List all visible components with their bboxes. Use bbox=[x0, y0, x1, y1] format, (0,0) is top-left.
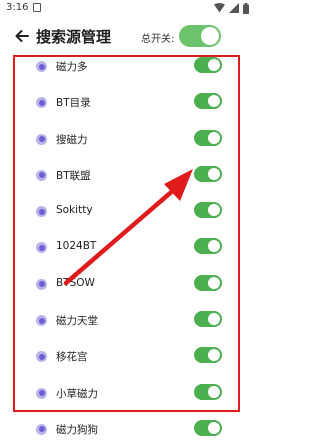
toggle-knob bbox=[208, 313, 220, 326]
radio-dot-icon bbox=[36, 133, 47, 145]
status-icons bbox=[214, 2, 249, 14]
source-name: 磁力天堂 bbox=[56, 315, 98, 328]
source-toggle[interactable] bbox=[194, 383, 222, 400]
source-row: 磁力天堂 bbox=[0, 303, 255, 339]
source-toggle[interactable] bbox=[194, 202, 222, 219]
toggle-knob bbox=[208, 385, 220, 398]
source-name: BT目录 bbox=[56, 97, 91, 110]
source-row: BT联盟 bbox=[0, 158, 255, 194]
source-toggle[interactable] bbox=[194, 274, 222, 291]
radio-dot-icon bbox=[36, 61, 47, 72]
radio-dot-icon bbox=[36, 351, 47, 363]
source-list: 磁力多 BT目录 搜磁力 BT联盟 Sokitty 1024BT BTSOW 磁… bbox=[0, 49, 255, 440]
source-toggle[interactable] bbox=[194, 419, 222, 436]
source-toggle[interactable] bbox=[194, 238, 222, 255]
master-switch-label: 总开关: bbox=[141, 34, 175, 45]
source-name: 磁力多 bbox=[56, 61, 88, 73]
source-row: 1024BT bbox=[0, 230, 255, 266]
toggle-knob bbox=[208, 349, 220, 362]
source-row: 小草磁力 bbox=[0, 376, 255, 412]
radio-dot-icon bbox=[36, 97, 47, 109]
source-toggle[interactable] bbox=[194, 165, 222, 182]
radio-dot-icon bbox=[36, 169, 47, 181]
source-toggle[interactable] bbox=[194, 129, 222, 146]
status-bar: 3:16 bbox=[0, 0, 255, 18]
source-row: 移花宫 bbox=[0, 339, 255, 375]
source-row: BT目录 bbox=[0, 85, 255, 121]
signal-icon bbox=[229, 3, 239, 13]
toggle-knob bbox=[208, 167, 220, 180]
status-time: 3:16 bbox=[6, 2, 29, 13]
source-row: Sokitty bbox=[0, 194, 255, 230]
source-name: 搜磁力 bbox=[56, 133, 88, 146]
source-name: BTSOW bbox=[56, 276, 95, 289]
radio-dot-icon bbox=[36, 242, 47, 254]
source-name: BT联盟 bbox=[56, 169, 91, 182]
source-row: BTSOW bbox=[0, 267, 255, 303]
toggle-knob bbox=[208, 131, 220, 144]
notification-icon bbox=[33, 3, 41, 12]
radio-dot-icon bbox=[36, 315, 47, 327]
toggle-knob bbox=[208, 204, 220, 217]
toggle-knob bbox=[208, 240, 220, 253]
radio-dot-icon bbox=[36, 278, 47, 290]
toggle-knob bbox=[208, 59, 220, 71]
source-toggle[interactable] bbox=[194, 57, 222, 73]
master-switch-toggle[interactable] bbox=[179, 25, 221, 47]
battery-icon bbox=[243, 2, 249, 14]
source-row: 磁力狗狗 bbox=[0, 412, 255, 440]
source-name: 1024BT bbox=[56, 240, 97, 253]
toggle-knob bbox=[208, 276, 220, 289]
source-row: 搜磁力 bbox=[0, 122, 255, 158]
radio-dot-icon bbox=[36, 387, 47, 399]
page-title: 搜索源管理 bbox=[36, 28, 112, 46]
wifi-icon bbox=[214, 3, 225, 13]
toggle-knob bbox=[201, 27, 219, 45]
radio-dot-icon bbox=[36, 423, 47, 435]
toggle-knob bbox=[208, 421, 220, 434]
source-toggle[interactable] bbox=[194, 311, 222, 328]
source-name: 移花宫 bbox=[56, 351, 88, 364]
source-name: 小草磁力 bbox=[56, 387, 98, 400]
source-toggle[interactable] bbox=[194, 93, 222, 110]
toggle-knob bbox=[208, 95, 220, 108]
source-row: 磁力多 bbox=[0, 49, 255, 85]
radio-dot-icon bbox=[36, 206, 47, 218]
source-name: 磁力狗狗 bbox=[56, 423, 98, 436]
back-arrow-icon[interactable] bbox=[14, 28, 30, 44]
source-toggle[interactable] bbox=[194, 347, 222, 364]
source-name: Sokitty bbox=[56, 204, 93, 217]
